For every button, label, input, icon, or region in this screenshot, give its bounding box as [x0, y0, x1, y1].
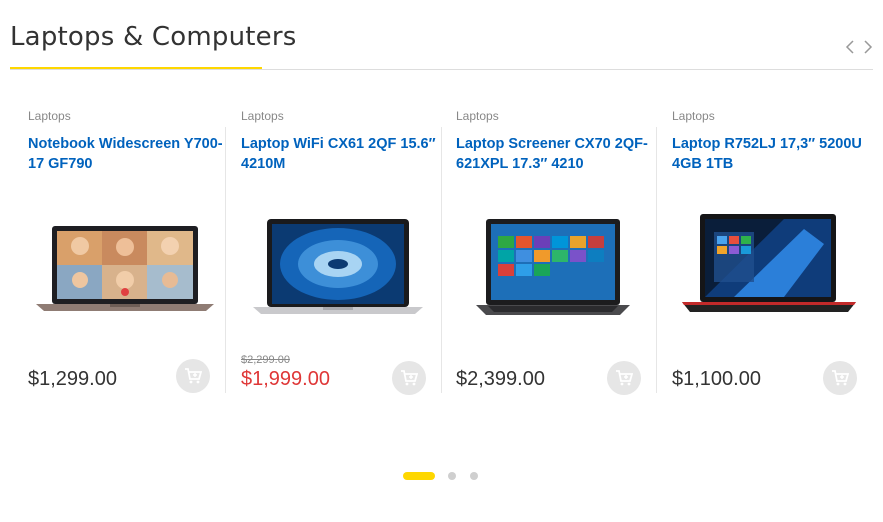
- product-image[interactable]: [243, 184, 433, 324]
- product-price: $1,999.00: [241, 368, 330, 390]
- product-category[interactable]: Laptops: [456, 109, 499, 123]
- card-divider: [441, 127, 442, 393]
- product-category[interactable]: Laptops: [241, 109, 284, 123]
- product-name[interactable]: Laptop Screener CX70 2QF-621XPL 17.3″ 42…: [456, 134, 652, 174]
- product-category[interactable]: Laptops: [672, 109, 715, 123]
- product-image[interactable]: [674, 184, 864, 324]
- product-card: Laptops Notebook Widescreen Y700-17 GF79…: [28, 100, 224, 400]
- product-image[interactable]: [30, 184, 220, 324]
- product-price: $1,299.00: [28, 368, 117, 390]
- section-title: Laptops & Computers: [10, 22, 297, 52]
- pagination-dot[interactable]: [470, 472, 478, 480]
- product-name[interactable]: Notebook Widescreen Y700-17 GF790: [28, 134, 224, 174]
- product-image[interactable]: [458, 184, 648, 324]
- carousel-nav: [845, 38, 873, 56]
- chevron-left-icon[interactable]: [845, 38, 855, 56]
- pagination-dot[interactable]: [448, 472, 456, 480]
- add-to-cart-icon[interactable]: [176, 359, 210, 393]
- add-to-cart-icon[interactable]: [392, 361, 426, 395]
- chevron-right-icon[interactable]: [863, 38, 873, 56]
- title-accent-bar: [10, 67, 262, 69]
- product-old-price: $2,299.00: [241, 354, 290, 366]
- card-divider: [656, 127, 657, 393]
- product-name[interactable]: Laptop R752LJ 17,3″ 5200U 4GB 1TB: [672, 134, 868, 174]
- product-category[interactable]: Laptops: [28, 109, 71, 123]
- card-divider: [225, 127, 226, 393]
- product-price: $2,399.00: [456, 368, 545, 390]
- title-divider: [10, 69, 873, 70]
- carousel-pagination: [403, 472, 478, 480]
- pagination-dot-active[interactable]: [403, 472, 435, 480]
- add-to-cart-icon[interactable]: [823, 361, 857, 395]
- add-to-cart-icon[interactable]: [607, 361, 641, 395]
- product-name[interactable]: Laptop WiFi CX61 2QF 15.6″ 4210M: [241, 134, 437, 174]
- product-card: Laptops Laptop Screener CX70 2QF-621XPL …: [456, 100, 652, 400]
- product-price: $1,100.00: [672, 368, 761, 390]
- product-card: Laptops Laptop WiFi CX61 2QF 15.6″ 4210M…: [241, 100, 437, 400]
- product-card: Laptops Laptop R752LJ 17,3″ 5200U 4GB 1T…: [672, 100, 868, 400]
